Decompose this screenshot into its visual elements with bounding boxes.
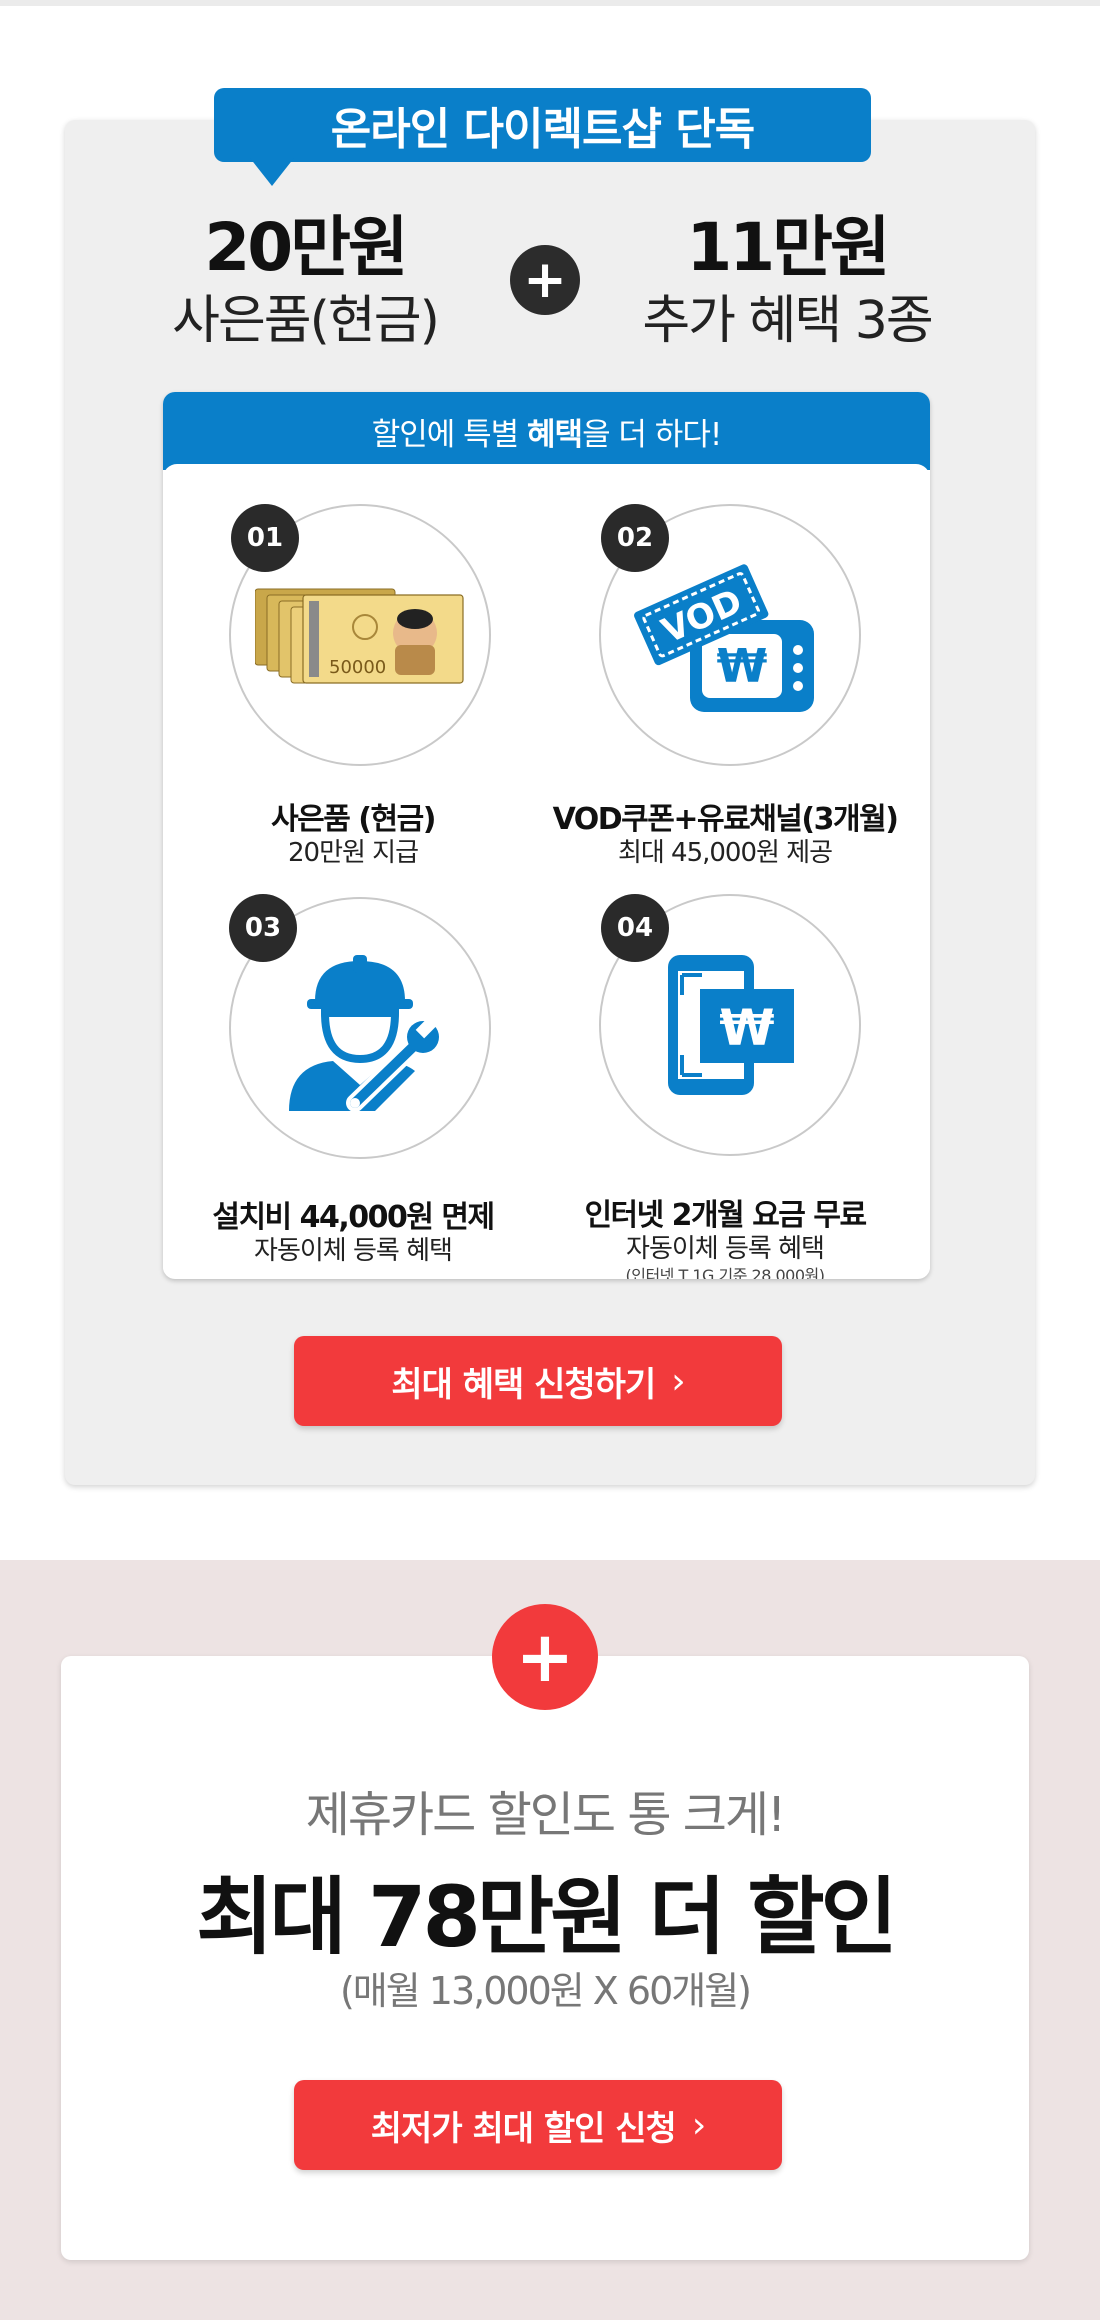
won-symbol: ₩ bbox=[717, 639, 768, 693]
benefit-number: 04 bbox=[601, 894, 669, 962]
benefit-item-install: 03 설치비 44,000원 면제 자동이체 등록 혜택 bbox=[163, 864, 543, 1266]
top-divider bbox=[0, 0, 1100, 6]
chevron-right-icon: › bbox=[671, 1360, 685, 1402]
plus-icon: + bbox=[510, 245, 580, 315]
benefit-desc: 자동이체 등록 혜택 bbox=[626, 1234, 825, 1264]
benefit-number: 01 bbox=[231, 504, 299, 572]
apply-lowest-price-label: 최저가 최대 할인 신청 bbox=[370, 2108, 677, 2149]
header-text-bold: 혜택 bbox=[527, 416, 583, 453]
apply-max-benefit-label: 최대 혜택 신청하기 bbox=[391, 1364, 656, 1405]
offer-extra-benefits: 11만원 추가 혜택 3종 bbox=[587, 208, 987, 354]
benefit-note: (인터넷 T 1G 기준 28,000원) bbox=[625, 1266, 825, 1279]
offer-cash-label: 사은품(현금) bbox=[172, 291, 440, 351]
benefit-desc: 자동이체 등록 혜택 bbox=[254, 1236, 453, 1266]
ribbon-tail bbox=[250, 158, 294, 186]
benefit-number: 02 bbox=[601, 504, 669, 572]
apply-lowest-price-button[interactable]: 최저가 최대 할인 신청 › bbox=[294, 2080, 782, 2170]
offer-cash-amount: 20만원 bbox=[204, 209, 408, 286]
benefits-panel-header: 할인에 특별 혜택 을 더 하다! bbox=[163, 392, 930, 470]
card-discount-subtitle: 제휴카드 할인도 통 크게! bbox=[305, 1787, 787, 1843]
header-text-post: 을 더 하다! bbox=[582, 416, 722, 453]
benefit-item-free-internet: ₩ 04 인터넷 2개월 요금 무료 자동이체 등록 혜택 (인터넷 T 1G … bbox=[535, 864, 915, 1279]
card-discount-note: (매월 13,000원 X 60개월) bbox=[339, 1969, 752, 2013]
benefit-number: 03 bbox=[229, 894, 297, 962]
bill-value-text: 50000 bbox=[329, 657, 386, 678]
benefit-item-cash: 50000 01 사은품 (현금) 20만원 지급 bbox=[163, 464, 543, 868]
offer-extra-label: 추가 혜택 3종 bbox=[642, 291, 933, 351]
chevron-right-icon: › bbox=[691, 2104, 706, 2146]
offer-extra-amount: 11만원 bbox=[686, 209, 890, 286]
exclusive-ribbon: 온라인 다이렉트샵 단독 bbox=[214, 88, 871, 162]
vod-ticket-tv-icon: ₩ VOD bbox=[634, 564, 814, 712]
cash-bills-icon: 50000 bbox=[255, 588, 464, 684]
installer-wrench-icon bbox=[289, 955, 439, 1112]
offer-cash-gift: 20만원 사은품(현금) bbox=[105, 208, 505, 354]
benefit-item-vod: ₩ VOD 02 VOD쿠폰+유료채널(3개월) 최대 45,000원 제공 bbox=[535, 464, 915, 868]
phone-won-icon: ₩ bbox=[668, 955, 794, 1095]
apply-max-benefit-button[interactable]: 최대 혜택 신청하기 › bbox=[294, 1336, 782, 1426]
card-discount-headline: 최대 78만원 더 할인 bbox=[196, 1868, 898, 1966]
won-symbol: ₩ bbox=[719, 999, 774, 1057]
benefits-grid: 50000 01 사은품 (현금) 20만원 지급 ₩ VOD 02 VOD쿠폰… bbox=[163, 464, 930, 1279]
benefits-panel: 할인에 특별 혜택 을 더 하다! 50000 01 사은품 (현금) 20만원… bbox=[163, 392, 930, 1279]
plus-icon: + bbox=[492, 1604, 598, 1710]
header-text-pre: 할인에 특별 bbox=[371, 416, 528, 453]
